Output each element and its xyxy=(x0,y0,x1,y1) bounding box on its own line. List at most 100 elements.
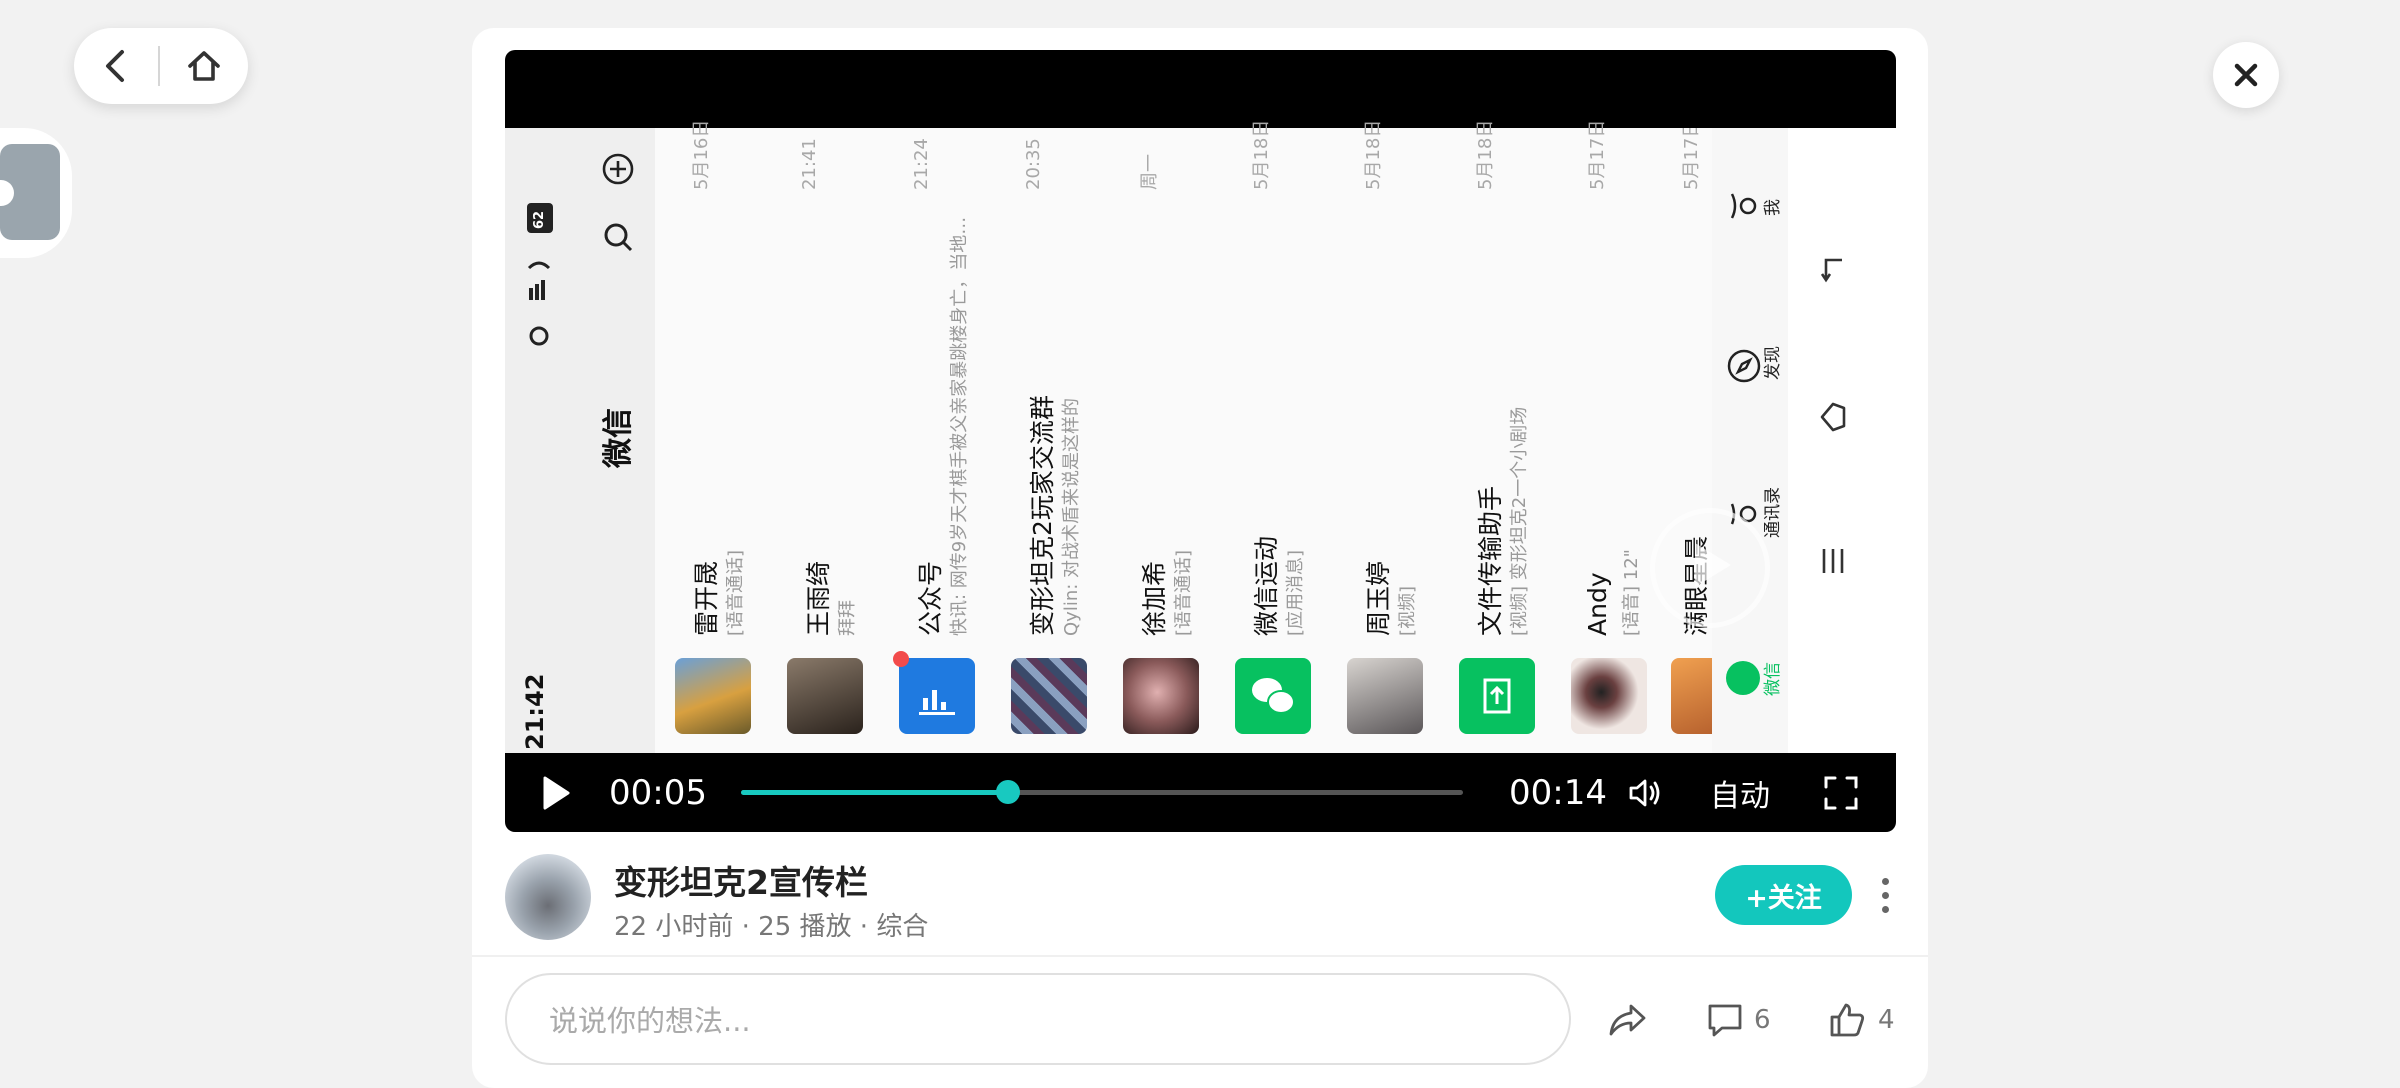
home-icon[interactable] xyxy=(184,46,224,86)
unread-dot xyxy=(893,651,909,667)
chat-preview: 拜拜 xyxy=(837,600,858,636)
chat-preview: [视频] xyxy=(1397,585,1418,636)
chat-name: 周玉婷 xyxy=(1364,560,1393,636)
chat-avatar xyxy=(1571,658,1647,734)
chat-item[interactable]: 微信运动 [应用消息] 5月18日 xyxy=(1215,120,1328,753)
author-avatar[interactable] xyxy=(505,854,591,940)
nav-divider xyxy=(158,46,160,86)
chat-name: 微信运动 xyxy=(1252,535,1281,636)
chat-time: 5月16日 xyxy=(691,119,712,190)
chat-preview: 快讯: 网传9岁天才棋手被父亲家暴跳楼身亡，当地… xyxy=(949,216,970,636)
chat-preview: [视频] 变形坦克2一个小剧场 xyxy=(1509,406,1530,636)
comment-input[interactable]: 说说你的想法... xyxy=(505,973,1571,1065)
chat-item[interactable]: 王雨绮 拜拜 21:41 xyxy=(767,128,880,753)
post-time: 22 小时前 xyxy=(614,912,734,942)
chat-item[interactable]: 周玉婷 [视频] 5月18日 xyxy=(1327,120,1440,753)
menu-key-icon[interactable] xyxy=(1818,546,1848,576)
like-button[interactable]: 4 xyxy=(1828,990,1895,1050)
video-player[interactable]: 21:42 62 微信 雷开晟 [语音通话] 5月16日 王雨绮 拜拜 21:4… xyxy=(505,50,1896,832)
chat-name: 公众号 xyxy=(916,560,945,636)
chat-avatar xyxy=(1123,658,1199,734)
close-icon xyxy=(2234,63,2258,87)
chat-avatar xyxy=(1671,658,1712,734)
duration: 00:14 xyxy=(1509,773,1607,813)
more-options-icon[interactable] xyxy=(1880,878,1890,914)
tab-me-icon[interactable] xyxy=(1726,188,1762,224)
chat-name: Andy xyxy=(1583,572,1612,636)
play-button[interactable] xyxy=(541,754,571,832)
video-controls: 00:05 00:14 自动 xyxy=(505,754,1896,832)
thumbs-up-icon xyxy=(1830,1003,1865,1037)
chat-avatar xyxy=(787,658,863,734)
tab-contacts-label: 通讯录 xyxy=(1763,487,1783,538)
author-meta: 22 小时前 · 25 播放 · 综合 xyxy=(614,912,929,942)
volume-button[interactable] xyxy=(1627,754,1663,832)
tab-wechat-label: 微信 xyxy=(1763,662,1783,696)
battery-icon: 62 xyxy=(527,203,553,233)
quality-button[interactable]: 自动 xyxy=(1710,754,1770,832)
comment-icon xyxy=(1708,1004,1742,1037)
follow-button[interactable]: +关注 xyxy=(1715,865,1852,925)
chat-name: 徐加希 xyxy=(1140,560,1169,636)
chat-avatar xyxy=(1459,658,1535,734)
chat-item[interactable]: Andy [语音] 12" 5月17日 xyxy=(1551,120,1664,753)
play-icon xyxy=(543,776,570,810)
chat-time: 5月18日 xyxy=(1475,119,1496,190)
volume-icon xyxy=(1629,779,1660,807)
chat-preview: [语音] 12" xyxy=(1621,549,1642,636)
chat-avatar xyxy=(899,658,975,734)
share-button[interactable] xyxy=(1607,990,1647,1050)
floating-widget-icon xyxy=(0,144,60,240)
status-time: 21:42 xyxy=(521,673,549,750)
chat-time: 5月18日 xyxy=(1363,119,1384,190)
current-time: 00:05 xyxy=(609,773,707,813)
video-center-play-icon[interactable] xyxy=(1650,508,1770,628)
close-button[interactable] xyxy=(2213,42,2279,108)
floating-side-widget[interactable] xyxy=(0,128,72,258)
chat-item[interactable]: 徐加希 [语音通话] 周一 xyxy=(1103,128,1216,753)
file-transfer-icon xyxy=(1483,678,1511,714)
wechat-sport-icon xyxy=(1252,678,1295,714)
chat-item[interactable]: 文件传输助手 [视频] 变形坦克2一个小剧场 5月18日 xyxy=(1439,120,1552,753)
tab-me-label: 我 xyxy=(1763,199,1783,216)
chat-name: 王雨绮 xyxy=(804,560,833,636)
category: 综合 xyxy=(876,912,929,942)
add-icon[interactable] xyxy=(601,152,635,186)
tab-wechat-icon[interactable] xyxy=(1726,661,1760,695)
fullscreen-icon xyxy=(1824,776,1858,810)
nav-pill xyxy=(74,28,248,104)
signal-icons xyxy=(527,261,551,346)
chat-item[interactable]: 雷开晟 [语音通话] 5月16日 xyxy=(655,120,768,753)
progress-knob[interactable] xyxy=(996,780,1021,804)
tab-discover-icon[interactable] xyxy=(1726,348,1762,384)
phone-status-bar: 21:42 62 xyxy=(505,128,565,753)
android-nav-bar xyxy=(1788,128,1896,753)
chat-name: 变形坦克2玩家交流群 xyxy=(1028,395,1057,636)
video-frame: 21:42 62 微信 雷开晟 [语音通话] 5月16日 王雨绮 拜拜 21:4… xyxy=(505,120,1896,753)
chat-name: 文件传输助手 xyxy=(1476,485,1505,636)
chat-time: 周一 xyxy=(1139,154,1160,190)
comment-button[interactable]: 6 xyxy=(1706,990,1771,1050)
search-icon[interactable] xyxy=(601,220,635,254)
like-count: 4 xyxy=(1878,1005,1895,1035)
fullscreen-button[interactable] xyxy=(1823,754,1859,832)
comment-count: 6 xyxy=(1754,1005,1771,1035)
phone-app-title: 微信 xyxy=(601,408,636,468)
phone-tab-bar: 微信 通讯录 发现 我 xyxy=(1712,128,1788,753)
author-name[interactable]: 变形坦克2宣传栏 xyxy=(614,856,868,904)
back-key-icon[interactable] xyxy=(1818,256,1848,286)
play-count: 25 播放 xyxy=(758,912,852,942)
divider xyxy=(472,955,1928,957)
chat-time: 21:41 xyxy=(799,138,820,190)
chat-item[interactable]: 公众号 快讯: 网传9岁天才棋手被父亲家暴跳楼身亡，当地… 21:24 xyxy=(879,128,992,753)
chat-item[interactable]: 变形坦克2玩家交流群 Qylin: 对战术盾来说是这样的 20:35 xyxy=(991,128,1104,753)
chat-name: 雷开晟 xyxy=(692,560,721,636)
back-icon[interactable] xyxy=(98,46,134,86)
home-key-icon[interactable] xyxy=(1818,400,1848,434)
progress-bar[interactable] xyxy=(741,780,1463,804)
chat-item[interactable]: 满眼星晨 5月17日 xyxy=(1663,128,1713,753)
chat-time: 5月17日 xyxy=(1587,119,1608,190)
chat-preview: [应用消息] xyxy=(1285,549,1306,636)
chat-time: 20:35 xyxy=(1023,138,1044,190)
chat-time: 21:24 xyxy=(911,138,932,190)
